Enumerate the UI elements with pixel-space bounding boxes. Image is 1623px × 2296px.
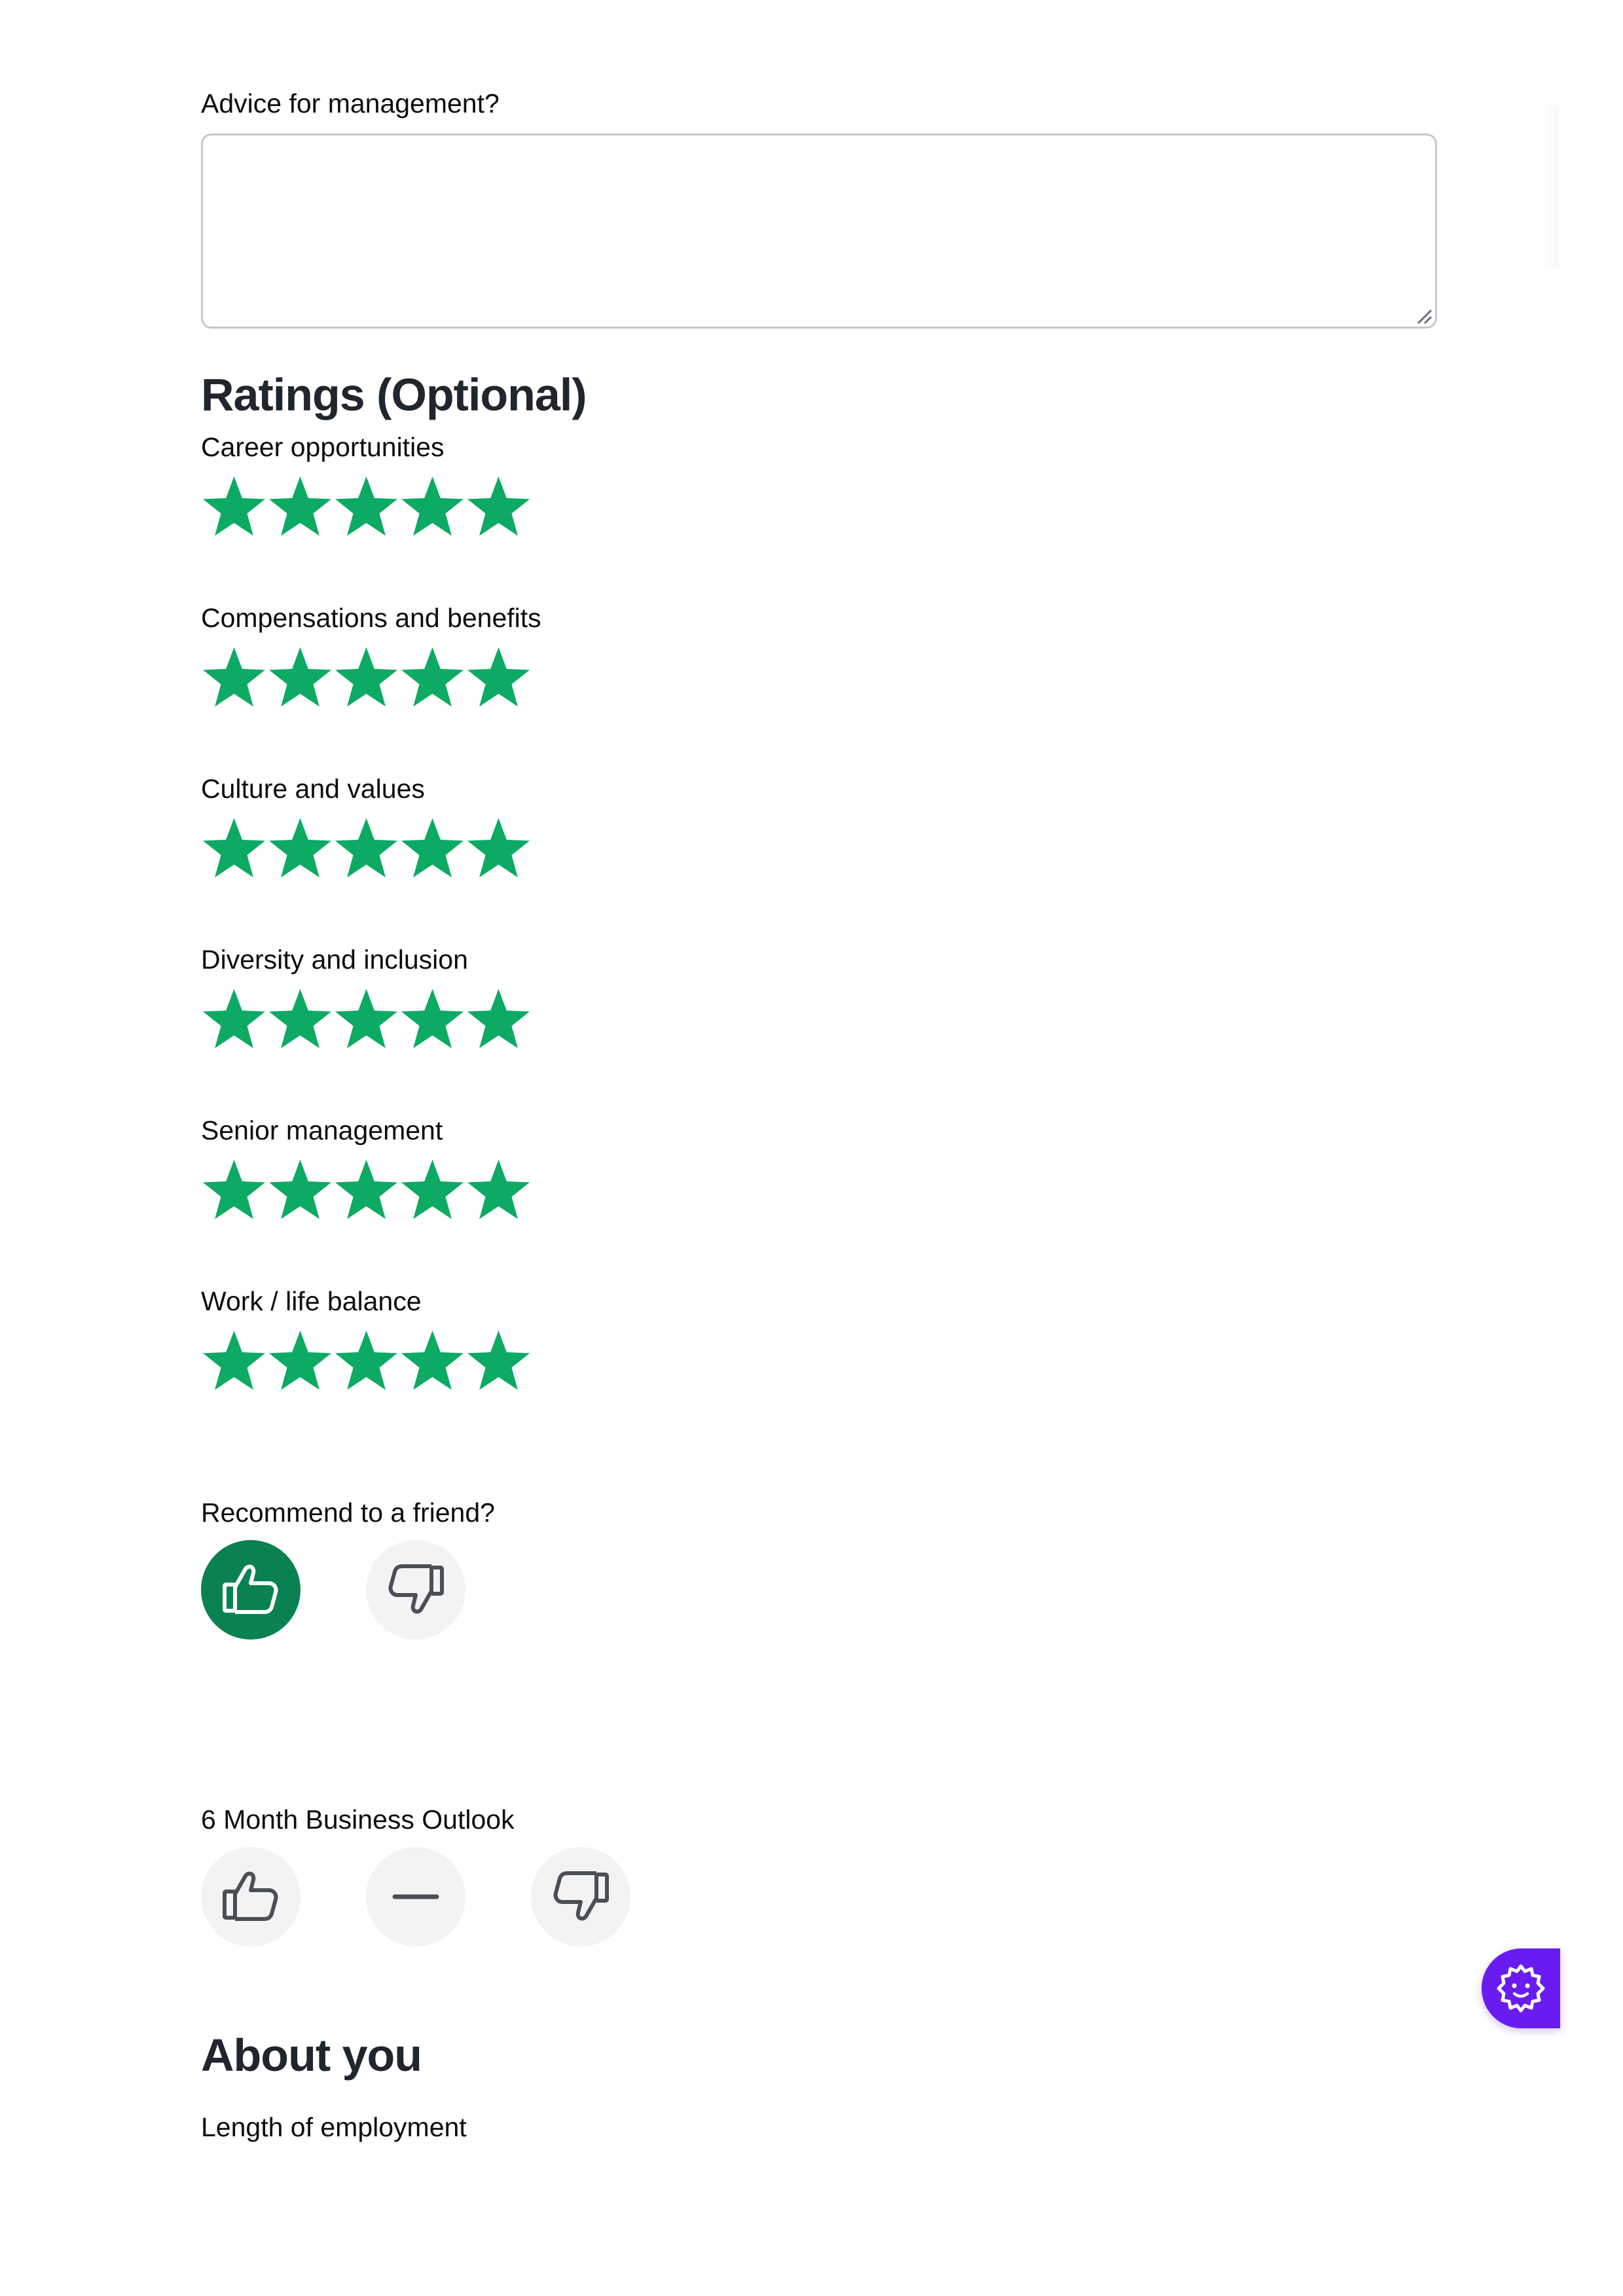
- rating-label-career: Career opportunities: [201, 432, 445, 462]
- rating-stars-work-life: [201, 1329, 532, 1397]
- star-icon[interactable]: [333, 646, 399, 714]
- review-form-page: Advice for management? Ratings (Optional…: [0, 0, 1623, 2296]
- rating-label-compensation: Compensations and benefits: [201, 603, 541, 633]
- thumbs-down-icon: [388, 1564, 444, 1614]
- star-icon[interactable]: [201, 475, 267, 543]
- outlook-positive-button[interactable]: [201, 1847, 301, 1946]
- star-icon[interactable]: [399, 475, 465, 543]
- rating-label-senior-management: Senior management: [201, 1115, 443, 1145]
- star-icon[interactable]: [465, 988, 532, 1056]
- star-icon[interactable]: [399, 1158, 465, 1227]
- star-icon[interactable]: [399, 817, 465, 885]
- thumbs-up-icon: [223, 1564, 278, 1614]
- star-icon[interactable]: [399, 1329, 465, 1397]
- star-icon[interactable]: [267, 1158, 333, 1227]
- side-panel-edge: [1540, 105, 1559, 268]
- star-icon[interactable]: [201, 1329, 267, 1397]
- star-icon[interactable]: [333, 1158, 399, 1227]
- rating-stars-culture: [201, 817, 532, 885]
- star-icon[interactable]: [333, 475, 399, 543]
- star-icon[interactable]: [267, 817, 333, 885]
- star-icon[interactable]: [465, 475, 532, 543]
- star-icon[interactable]: [399, 646, 465, 714]
- ratings-title: Ratings (Optional): [201, 369, 587, 420]
- resize-grip-icon[interactable]: [1414, 306, 1434, 326]
- star-icon[interactable]: [333, 988, 399, 1056]
- star-icon[interactable]: [333, 817, 399, 885]
- star-icon[interactable]: [201, 646, 267, 714]
- length-of-employment-label: Length of employment: [201, 2112, 467, 2142]
- advice-textarea[interactable]: [201, 134, 1437, 329]
- about-title: About you: [201, 2030, 422, 2081]
- rating-stars-career: [201, 475, 532, 543]
- star-icon[interactable]: [201, 817, 267, 885]
- star-icon[interactable]: [267, 646, 333, 714]
- star-icon[interactable]: [333, 1329, 399, 1397]
- outlook-negative-button[interactable]: [531, 1847, 630, 1946]
- star-icon[interactable]: [399, 988, 465, 1056]
- rating-stars-diversity: [201, 988, 532, 1056]
- advice-label: Advice for management?: [201, 88, 500, 118]
- star-icon[interactable]: [267, 1329, 333, 1397]
- rating-label-diversity: Diversity and inclusion: [201, 944, 468, 975]
- outlook-label: 6 Month Business Outlook: [201, 1804, 515, 1835]
- star-icon[interactable]: [267, 475, 333, 543]
- rating-label-work-life: Work / life balance: [201, 1286, 422, 1316]
- star-icon[interactable]: [267, 988, 333, 1056]
- recommend-yes-button[interactable]: [201, 1540, 301, 1640]
- outlook-neutral-button[interactable]: [366, 1847, 465, 1946]
- thumbs-down-icon: [553, 1871, 609, 1921]
- star-icon[interactable]: [201, 988, 267, 1056]
- star-icon[interactable]: [465, 817, 532, 885]
- recommend-no-button[interactable]: [366, 1540, 465, 1640]
- star-icon[interactable]: [465, 646, 532, 714]
- star-icon[interactable]: [465, 1158, 532, 1227]
- rating-stars-compensation: [201, 646, 532, 714]
- thumbs-up-icon: [223, 1871, 278, 1921]
- star-icon[interactable]: [465, 1329, 532, 1397]
- cookie-settings-button[interactable]: [1482, 1948, 1560, 2028]
- cookie-settings-icon: [1497, 1964, 1545, 2013]
- recommend-label: Recommend to a friend?: [201, 1498, 495, 1528]
- rating-stars-senior-management: [201, 1158, 532, 1227]
- star-icon[interactable]: [201, 1158, 267, 1227]
- neutral-dash-icon: [392, 1894, 439, 1899]
- rating-label-culture: Culture and values: [201, 774, 425, 804]
